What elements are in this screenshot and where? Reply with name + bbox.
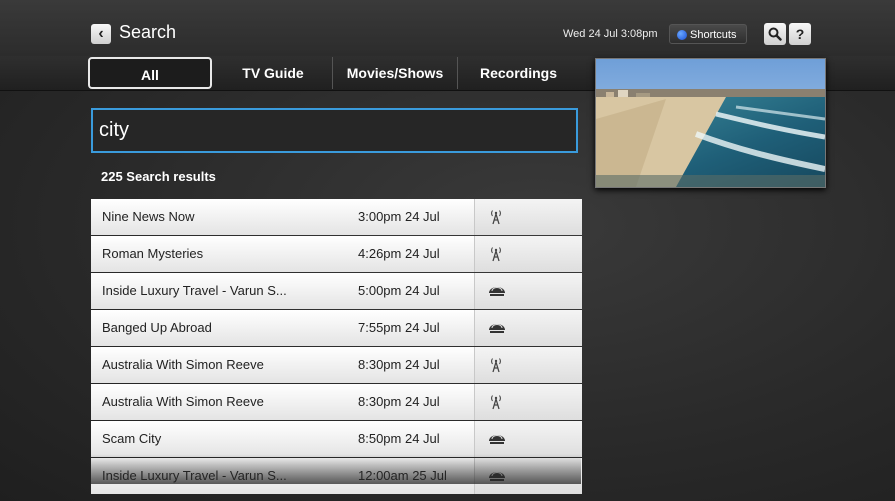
tab-tv-guide[interactable]: TV Guide bbox=[214, 57, 333, 89]
antenna-icon bbox=[491, 210, 501, 225]
search-icon bbox=[768, 27, 782, 41]
antenna-icon bbox=[491, 395, 501, 410]
back-button[interactable]: ‹ bbox=[91, 24, 111, 44]
satellite-dish-icon bbox=[489, 435, 505, 444]
result-row[interactable]: Australia With Simon Reeve 8:30pm 24 Jul bbox=[91, 347, 582, 383]
result-row[interactable]: Banged Up Abroad 7:55pm 24 Jul bbox=[91, 310, 582, 346]
live-preview-window[interactable] bbox=[595, 58, 826, 188]
tab-all[interactable]: All bbox=[88, 57, 212, 89]
result-source bbox=[474, 273, 582, 309]
shortcuts-label: Shortcuts bbox=[690, 29, 737, 41]
result-row[interactable]: Inside Luxury Travel - Varun S... 12:00a… bbox=[91, 458, 582, 494]
results-list: Nine News Now 3:00pm 24 Jul Roman Myster… bbox=[91, 199, 582, 495]
result-title: Inside Luxury Travel - Varun S... bbox=[102, 283, 287, 298]
result-time: 8:30pm 24 Jul bbox=[358, 357, 440, 372]
result-title: Banged Up Abroad bbox=[102, 320, 212, 335]
blue-button-icon bbox=[677, 30, 687, 40]
result-source bbox=[474, 199, 582, 235]
result-row[interactable]: Inside Luxury Travel - Varun S... 5:00pm… bbox=[91, 273, 582, 309]
result-row[interactable]: Roman Mysteries 4:26pm 24 Jul bbox=[91, 236, 582, 272]
result-time: 7:55pm 24 Jul bbox=[358, 320, 440, 335]
result-source bbox=[474, 421, 582, 457]
search-button[interactable] bbox=[764, 23, 786, 45]
result-title: Nine News Now bbox=[102, 209, 195, 224]
result-time: 3:00pm 24 Jul bbox=[358, 209, 440, 224]
result-title: Australia With Simon Reeve bbox=[102, 394, 264, 409]
date-time: Wed 24 Jul 3:08pm bbox=[563, 28, 658, 40]
result-time: 5:00pm 24 Jul bbox=[358, 283, 440, 298]
beach-preview-image bbox=[596, 59, 825, 187]
search-input[interactable]: city bbox=[91, 108, 578, 153]
result-title: Inside Luxury Travel - Varun S... bbox=[102, 468, 287, 483]
result-source bbox=[474, 458, 582, 494]
result-time: 12:00am 25 Jul bbox=[358, 468, 447, 483]
satellite-dish-icon bbox=[489, 287, 505, 296]
result-title: Scam City bbox=[102, 431, 162, 446]
help-icon: ? bbox=[795, 26, 805, 42]
satellite-dish-icon bbox=[489, 472, 505, 481]
result-time: 8:30pm 24 Jul bbox=[358, 394, 440, 409]
antenna-icon bbox=[491, 247, 501, 262]
result-row[interactable]: Scam City 8:50pm 24 Jul bbox=[91, 421, 582, 457]
tab-movies-shows[interactable]: Movies/Shows bbox=[333, 57, 458, 89]
antenna-icon bbox=[491, 358, 501, 373]
tab-recordings[interactable]: Recordings bbox=[458, 57, 579, 89]
result-source bbox=[474, 347, 582, 383]
result-source bbox=[474, 310, 582, 346]
page-title: Search bbox=[119, 22, 177, 42]
result-count: 225 Search results bbox=[101, 169, 216, 184]
satellite-dish-icon bbox=[489, 324, 505, 333]
result-title: Roman Mysteries bbox=[102, 246, 204, 261]
chevron-left-icon: ‹ bbox=[98, 25, 104, 42]
result-time: 4:26pm 24 Jul bbox=[358, 246, 440, 261]
help-button[interactable]: ? bbox=[789, 23, 811, 45]
result-source bbox=[474, 236, 582, 272]
result-title: Australia With Simon Reeve bbox=[102, 357, 264, 372]
result-source bbox=[474, 384, 582, 420]
shortcuts-button[interactable]: Shortcuts bbox=[669, 24, 747, 44]
result-row[interactable]: Nine News Now 3:00pm 24 Jul bbox=[91, 199, 582, 235]
result-row[interactable]: Australia With Simon Reeve 8:30pm 24 Jul bbox=[91, 384, 582, 420]
result-time: 8:50pm 24 Jul bbox=[358, 431, 440, 446]
